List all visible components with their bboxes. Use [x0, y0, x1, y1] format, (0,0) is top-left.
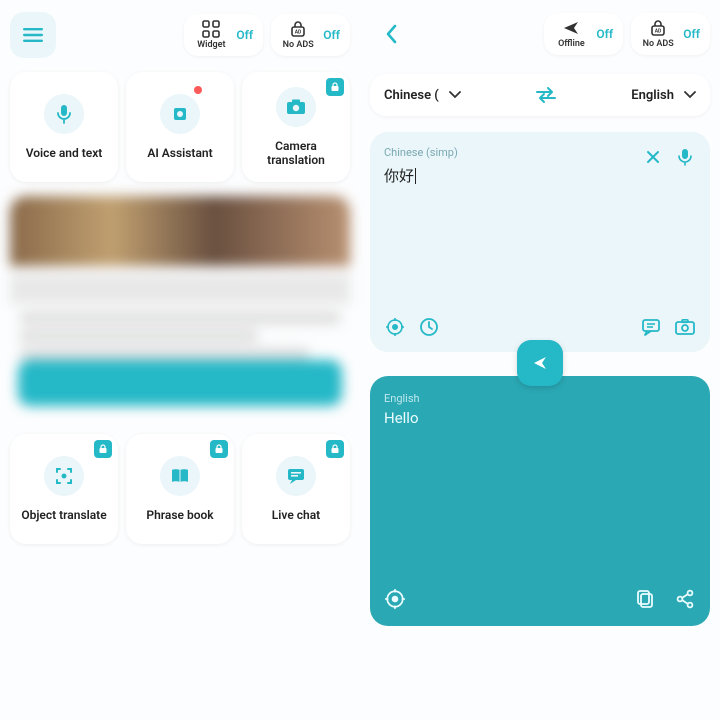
feature-label: Voice and text	[26, 146, 103, 160]
camera-icon	[286, 99, 306, 115]
feature-label: Phrase book	[146, 508, 213, 522]
feature-live-chat[interactable]: Live chat	[242, 434, 350, 544]
promo-banner[interactable]	[10, 196, 350, 412]
back-button[interactable]	[370, 12, 414, 56]
widget-toggle-state: Off	[236, 28, 253, 42]
chat-icon	[286, 467, 306, 485]
copy-icon	[636, 589, 654, 609]
target-language-dropdown[interactable]: English	[631, 88, 696, 103]
notification-dot-icon	[194, 86, 202, 94]
chat-icon	[641, 318, 661, 336]
chevron-down-icon	[449, 91, 461, 99]
lock-ad-icon: AD	[289, 20, 307, 38]
source-text-input[interactable]: 你好	[384, 165, 458, 186]
target-lang-sublabel: English	[384, 392, 696, 405]
speak-output-button[interactable]	[384, 588, 406, 610]
svg-text:AD: AD	[655, 29, 662, 35]
ai-chip-icon	[385, 317, 405, 337]
feature-label: Live chat	[272, 508, 320, 522]
noads-toggle-label: No ADS	[283, 40, 314, 50]
close-icon	[645, 149, 661, 165]
noads-toggle[interactable]: AD No ADS Off	[271, 14, 350, 56]
widget-toggle[interactable]: Widget Off	[184, 14, 263, 56]
chevron-left-icon	[385, 24, 399, 44]
noads-toggle[interactable]: AD No ADS Off	[631, 13, 710, 55]
svg-text:AD: AD	[295, 30, 302, 36]
feature-label: Camera translation	[248, 139, 344, 168]
feature-camera-translation[interactable]: Camera translation	[242, 72, 350, 182]
feature-phrase-book[interactable]: Phrase book	[126, 434, 234, 544]
source-language-dropdown[interactable]: Chinese (	[384, 88, 461, 103]
clear-input-button[interactable]	[642, 146, 664, 168]
menu-button[interactable]	[10, 12, 56, 58]
ai-chip-icon	[170, 104, 190, 124]
language-selector: Chinese ( English	[370, 74, 710, 116]
ai-suggest-button[interactable]	[384, 316, 406, 338]
feature-object-translate[interactable]: Object translate	[10, 434, 118, 544]
send-icon	[531, 354, 549, 372]
scan-icon	[54, 466, 74, 486]
share-icon	[675, 589, 695, 609]
widget-icon	[202, 20, 220, 38]
noads-toggle-state: Off	[323, 28, 340, 42]
camera-icon	[675, 319, 695, 335]
copy-button[interactable]	[634, 588, 656, 610]
target-text-card: English Hello	[370, 376, 710, 626]
widget-toggle-label: Widget	[197, 40, 225, 50]
noads-toggle-label: No ADS	[643, 39, 674, 49]
chevron-down-icon	[684, 91, 696, 99]
ai-chip-icon	[384, 588, 406, 610]
hamburger-icon	[23, 28, 43, 42]
feature-label: Object translate	[21, 508, 106, 522]
history-button[interactable]	[418, 316, 440, 338]
airplane-icon	[562, 19, 580, 37]
translate-screen: Offline Off AD No ADS Off Chinese ( Engl…	[360, 0, 720, 720]
top-bar: Widget Off AD No ADS Off	[10, 12, 350, 58]
offline-toggle[interactable]: Offline Off	[544, 13, 623, 55]
book-icon	[170, 468, 190, 484]
swap-languages-button[interactable]	[533, 86, 559, 104]
share-button[interactable]	[674, 588, 696, 610]
source-lang-sublabel: Chinese (simp)	[384, 146, 458, 159]
text-caret-icon	[415, 168, 416, 184]
feature-label: AI Assistant	[147, 146, 212, 160]
source-language-label: Chinese (	[384, 88, 439, 103]
top-bar: Offline Off AD No ADS Off	[370, 12, 710, 56]
lock-badge-icon	[94, 440, 112, 458]
home-screen: Widget Off AD No ADS Off Voice and text …	[0, 0, 360, 720]
source-text-card: Chinese (simp) 你好	[370, 132, 710, 352]
mic-icon	[56, 104, 72, 124]
camera-input-button[interactable]	[674, 316, 696, 338]
lock-badge-icon	[326, 78, 344, 96]
swap-icon	[533, 86, 559, 104]
noads-toggle-state: Off	[683, 27, 700, 41]
translation-output: Hello	[384, 409, 696, 427]
lock-badge-icon	[326, 440, 344, 458]
mic-icon	[678, 148, 692, 166]
feature-row-bottom: Object translate Phrase book Live chat	[10, 434, 350, 544]
feature-ai-assistant[interactable]: AI Assistant	[126, 72, 234, 182]
feature-voice-text[interactable]: Voice and text	[10, 72, 118, 182]
clock-icon	[419, 317, 439, 337]
target-language-label: English	[631, 88, 674, 103]
offline-toggle-state: Off	[596, 27, 613, 41]
translate-button[interactable]	[517, 340, 563, 386]
offline-toggle-label: Offline	[558, 39, 585, 49]
lock-badge-icon	[210, 440, 228, 458]
conversation-button[interactable]	[640, 316, 662, 338]
feature-row-top: Voice and text AI Assistant Camera trans…	[10, 72, 350, 182]
voice-input-button[interactable]	[674, 146, 696, 168]
lock-ad-icon: AD	[649, 19, 667, 37]
